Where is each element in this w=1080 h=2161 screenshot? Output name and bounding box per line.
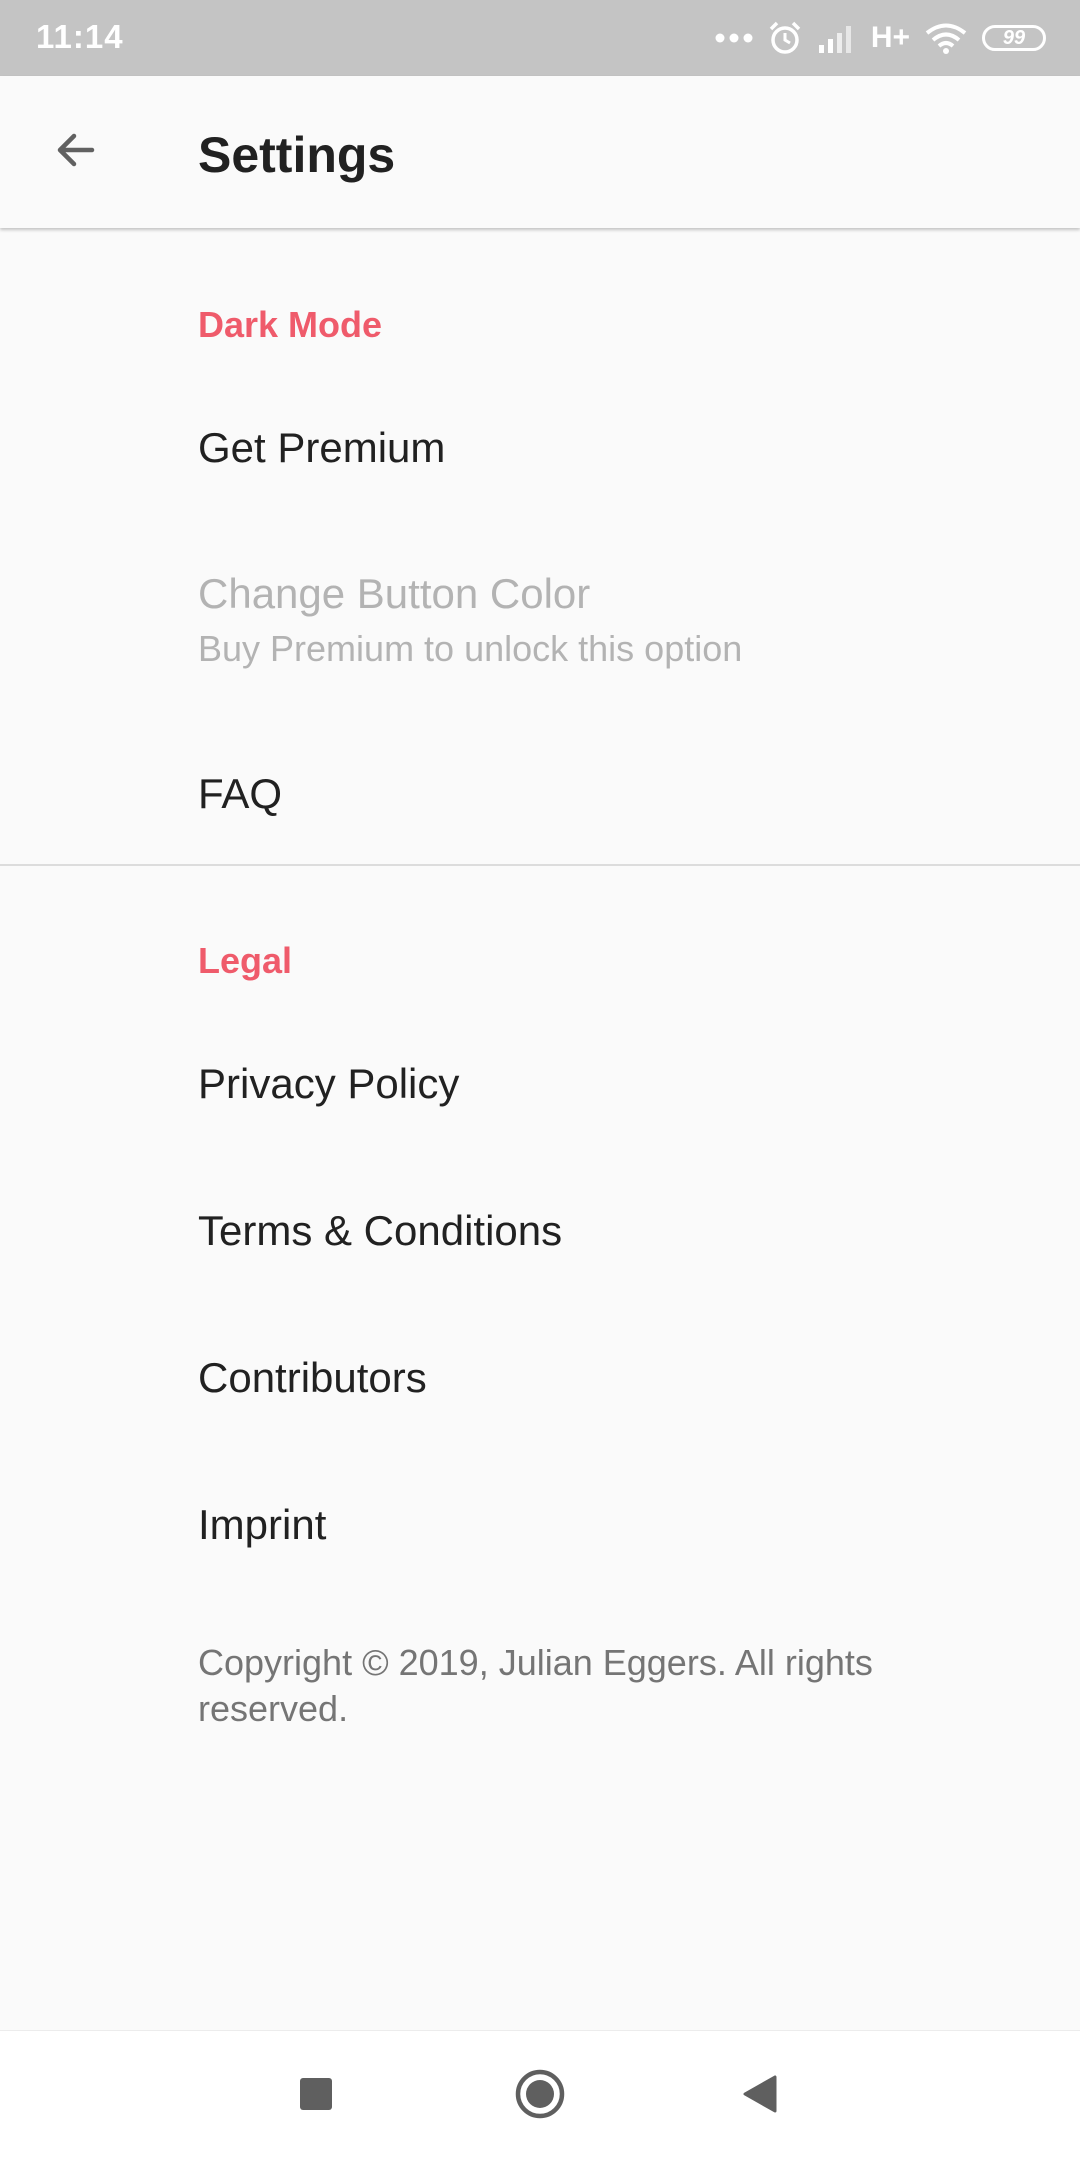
pref-title: Get Premium	[198, 424, 446, 471]
pref-imprint[interactable]: Imprint	[0, 1461, 1080, 1589]
network-type: H+	[870, 21, 910, 54]
home-circle-icon	[514, 2068, 566, 2125]
pref-faq[interactable]: FAQ	[0, 730, 1080, 858]
back-button[interactable]	[40, 116, 112, 188]
wifi-icon	[924, 22, 968, 54]
navigation-bar	[0, 2030, 1080, 2161]
back-nav-button[interactable]	[700, 2031, 820, 2161]
pref-title: Imprint	[198, 1501, 327, 1548]
pref-contributors[interactable]: Contributors	[0, 1314, 1080, 1442]
app-bar: Settings	[0, 76, 1080, 228]
pref-title: Privacy Policy	[198, 1060, 460, 1107]
pref-title: Change Button Color	[198, 570, 591, 617]
copyright-text: Copyright © 2019, Julian Eggers. All rig…	[198, 1642, 873, 1729]
pref-title: Contributors	[198, 1354, 427, 1401]
status-bar: 11:14 H+ 99	[0, 0, 1080, 76]
signal-icon	[817, 23, 857, 53]
pref-title: FAQ	[198, 770, 283, 817]
section-divider	[0, 864, 1080, 866]
status-time: 11:14	[36, 18, 124, 55]
back-triangle-icon	[741, 2074, 779, 2119]
pref-get-premium[interactable]: Get Premium	[0, 384, 1080, 512]
recents-square-icon	[298, 2076, 334, 2117]
section-header-legal: Legal	[198, 940, 293, 981]
arrow-back-icon	[52, 126, 100, 179]
section-header-dark-mode: Dark Mode	[198, 304, 383, 345]
battery-icon: 99	[982, 25, 1046, 51]
status-icons: H+ 99	[715, 16, 1046, 60]
alarm-icon	[767, 20, 803, 56]
recents-button[interactable]	[256, 2031, 376, 2161]
pref-title: Terms & Conditions	[198, 1207, 563, 1254]
pref-change-button-color: Change Button Color Buy Premium to unloc…	[0, 534, 1080, 684]
home-button[interactable]	[480, 2031, 600, 2161]
pref-terms-conditions[interactable]: Terms & Conditions	[0, 1167, 1080, 1295]
pref-privacy-policy[interactable]: Privacy Policy	[0, 1020, 1080, 1148]
more-dots-icon	[715, 32, 753, 44]
pref-summary: Buy Premium to unlock this option	[198, 628, 743, 669]
page-title: Settings	[198, 127, 396, 183]
